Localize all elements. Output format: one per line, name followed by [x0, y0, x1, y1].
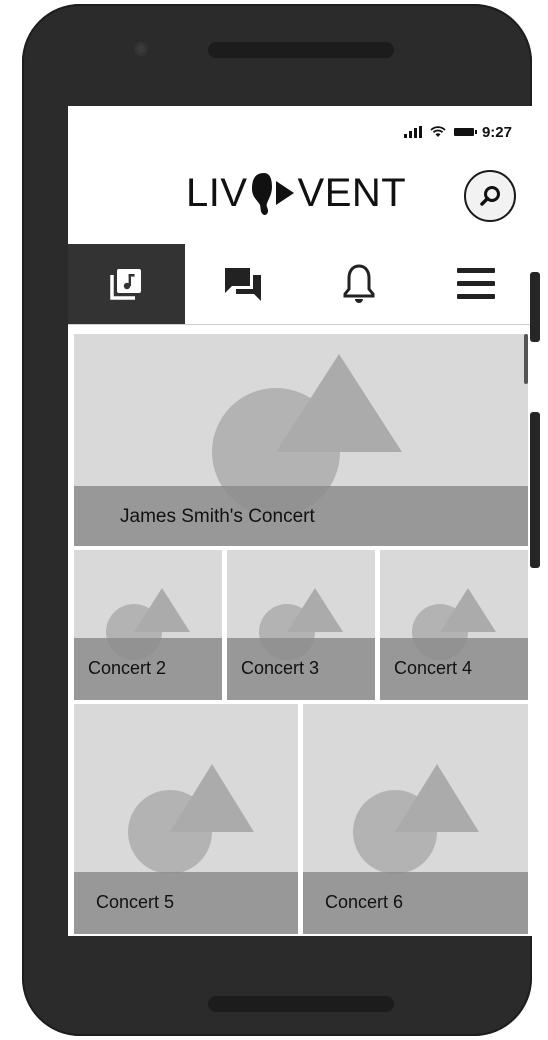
phone-frame: 9:27 LIV VENT James Smith's Concert Conc… [22, 4, 534, 1036]
tab-notifications[interactable] [301, 244, 418, 324]
app-screen: 9:27 LIV VENT James Smith's Concert Conc… [68, 106, 534, 936]
tab-bar [68, 244, 534, 325]
search-button[interactable] [464, 170, 516, 222]
tab-messages[interactable] [185, 244, 302, 324]
power-button [530, 272, 540, 342]
app-logo: LIV VENT [186, 168, 406, 218]
battery-icon [453, 128, 477, 136]
menu-icon [456, 268, 495, 299]
scrollbar[interactable] [524, 334, 528, 384]
event-title: Concert 2 [74, 638, 222, 700]
event-card[interactable]: Concert 6 [303, 704, 528, 934]
logo-text-right: VENT [297, 170, 407, 215]
event-title: Concert 4 [380, 638, 528, 700]
event-card[interactable]: Concert 5 [74, 704, 298, 934]
event-title: James Smith's Concert [74, 486, 528, 546]
wifi-icon [430, 126, 446, 137]
tab-menu[interactable] [418, 244, 535, 324]
music-library-icon [110, 269, 142, 300]
event-title: Concert 3 [227, 638, 375, 700]
status-time: 9:27 [481, 123, 512, 141]
status-bar: 9:27 [403, 122, 512, 142]
earpiece-speaker [208, 42, 394, 58]
event-card[interactable]: Concert 3 [227, 550, 375, 700]
search-icon [480, 186, 500, 206]
tab-music[interactable] [68, 244, 185, 324]
logo-mark-icon [251, 173, 294, 215]
event-title: Concert 5 [74, 872, 298, 934]
event-title: Concert 6 [303, 872, 528, 934]
chat-icon [224, 268, 261, 301]
bell-icon [343, 264, 375, 303]
volume-button [530, 412, 540, 568]
event-grid: James Smith's Concert Concert 2 Concert … [68, 330, 534, 936]
front-camera [134, 42, 148, 56]
event-card[interactable]: Concert 4 [380, 550, 528, 700]
logo-text-left: LIV [186, 170, 248, 215]
bottom-speaker [208, 996, 394, 1012]
event-card-featured[interactable]: James Smith's Concert [74, 334, 528, 546]
event-card[interactable]: Concert 2 [74, 550, 222, 700]
signal-icon [403, 126, 422, 138]
